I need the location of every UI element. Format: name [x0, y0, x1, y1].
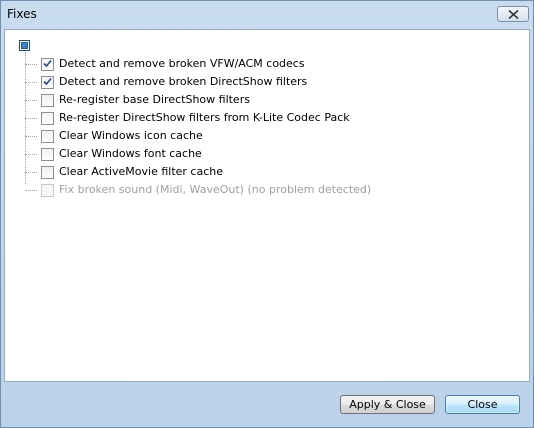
window-title: Fixes — [7, 7, 37, 21]
checkbox[interactable] — [41, 148, 54, 161]
tree-item-label: Detect and remove broken VFW/ACM codecs — [59, 57, 305, 70]
checkbox[interactable] — [41, 76, 54, 89]
title-bar[interactable]: Fixes — [1, 1, 533, 28]
checkbox[interactable] — [41, 166, 54, 179]
close-button[interactable]: Close — [445, 395, 520, 414]
tree-item-label: Re-register base DirectShow filters — [59, 93, 250, 106]
tree-item-label: Clear Windows font cache — [59, 147, 202, 160]
tree-item-vfw-acm[interactable]: Detect and remove broken VFW/ACM codecs — [25, 56, 505, 72]
tree-item-fix-sound: Fix broken sound (Midi, WaveOut) (no pro… — [25, 182, 505, 198]
tree-item-font-cache[interactable]: Clear Windows font cache — [25, 146, 505, 162]
tree-item-label: Re-register DirectShow filters from K-Li… — [59, 111, 350, 124]
checkbox — [41, 184, 54, 197]
tree-item-activemovie-cache[interactable]: Clear ActiveMovie filter cache — [25, 164, 505, 180]
check-icon — [43, 76, 52, 89]
fixes-window: Fixes Detect and remove broken VFW/ACM c… — [0, 0, 534, 428]
tree-root-node[interactable] — [19, 40, 30, 51]
tree-item-label: Clear Windows icon cache — [59, 129, 203, 142]
tree-item-reregister-base[interactable]: Re-register base DirectShow filters — [25, 92, 505, 108]
checkbox[interactable] — [41, 130, 54, 143]
tree-item-label: Fix broken sound (Midi, WaveOut) (no pro… — [59, 183, 372, 196]
checkbox[interactable] — [41, 112, 54, 125]
tree-item-label: Detect and remove broken DirectShow filt… — [59, 75, 308, 88]
checkbox[interactable] — [41, 94, 54, 107]
tree-item-directshow[interactable]: Detect and remove broken DirectShow filt… — [25, 74, 505, 90]
window-close-button[interactable] — [497, 6, 529, 22]
tree-item-label: Clear ActiveMovie filter cache — [59, 165, 224, 178]
apply-close-button[interactable]: Apply & Close — [340, 395, 435, 414]
button-bar: Apply & Close Close — [1, 383, 533, 427]
close-icon — [507, 9, 519, 19]
check-icon — [43, 58, 52, 71]
fixes-tree-panel: Detect and remove broken VFW/ACM codecs … — [4, 29, 530, 382]
checkbox[interactable] — [41, 58, 54, 71]
tree-item-reregister-klite[interactable]: Re-register DirectShow filters from K-Li… — [25, 110, 505, 126]
tree-item-icon-cache[interactable]: Clear Windows icon cache — [25, 128, 505, 144]
